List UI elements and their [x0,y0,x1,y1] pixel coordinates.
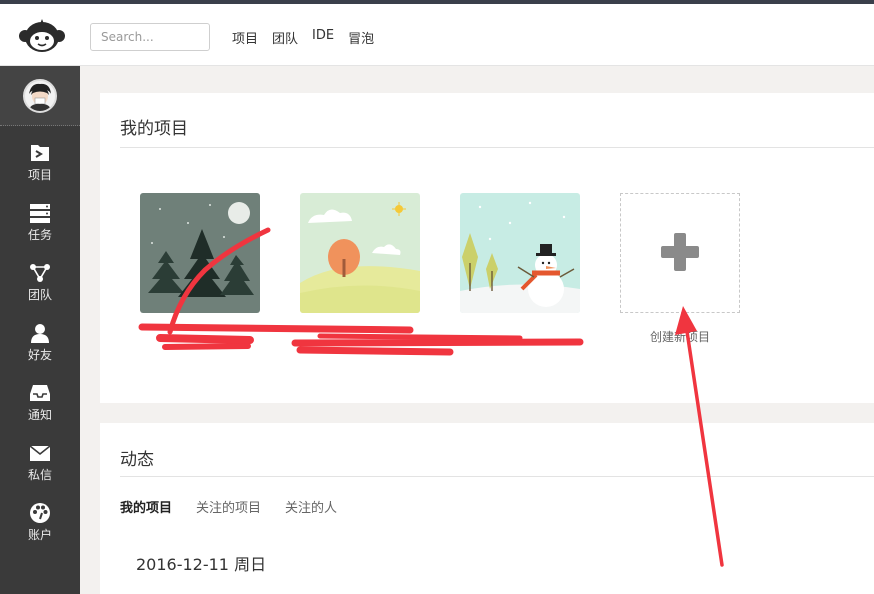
team-icon [29,262,51,284]
divider [120,476,874,477]
sidebar-item-label: 好友 [27,348,52,362]
top-bar: 项目 团队 IDE 冒泡 [0,4,874,66]
activity-date: 2016-12-11 周日 [136,555,267,574]
create-project-button[interactable] [620,193,740,313]
tab-followed-projects[interactable]: 关注的项目 [196,497,261,516]
sidebar-item-friends[interactable]: 好友 [0,316,80,374]
divider [120,147,874,148]
inbox-icon [29,382,51,404]
sidebar-item-team[interactable]: 团队 [0,256,80,314]
activity-tabs: 我的项目 关注的项目 关注的人 [120,497,337,516]
sidebar-item-label: 私信 [27,468,52,482]
topnav-ide-link[interactable]: IDE [312,28,334,47]
avatar[interactable] [23,79,57,113]
project-card-snowman[interactable] [460,193,580,313]
sidebar-item-label: 账户 [27,528,52,542]
search-input[interactable] [90,23,210,51]
top-nav: 项目 团队 IDE 冒泡 [232,28,374,47]
topnav-projects-link[interactable]: 项目 [232,28,258,47]
palette-icon [29,502,51,524]
project-card-winter-forest[interactable] [140,193,260,313]
sidebar: 项目 任务 团队 好友 通知 私信 账户 [0,66,80,594]
tab-my-projects[interactable]: 我的项目 [120,497,172,516]
sidebar-item-label: 项目 [27,168,52,182]
folder-icon [29,142,51,164]
sidebar-avatar-area [0,66,80,126]
topnav-team-link[interactable]: 团队 [272,28,298,47]
sidebar-item-notifications[interactable]: 通知 [0,376,80,434]
sidebar-item-tasks[interactable]: 任务 [0,196,80,254]
tasks-icon [29,202,51,224]
monkey-logo-icon[interactable] [18,16,66,56]
snowman-image [460,193,580,313]
sidebar-item-label: 任务 [27,228,52,242]
my-projects-panel: 我的项目 创建新项目 [100,93,874,403]
project-card-autumn-tree[interactable] [300,193,420,313]
topnav-bubble-link[interactable]: 冒泡 [348,28,374,47]
plus-icon-vertical [674,233,686,271]
user-icon [29,322,51,344]
sidebar-item-label: 通知 [27,408,52,422]
sidebar-item-label: 团队 [27,288,52,302]
sidebar-item-projects[interactable]: 项目 [0,136,80,194]
activity-panel: 动态 我的项目 关注的项目 关注的人 2016-12-11 周日 [100,423,874,594]
create-project-label[interactable]: 创建新项目 [620,328,740,345]
winter-forest-image [140,193,260,313]
tab-followed-people[interactable]: 关注的人 [285,497,337,516]
autumn-tree-image [300,193,420,313]
sidebar-item-account[interactable]: 账户 [0,496,80,554]
activity-title: 动态 [120,450,154,470]
sidebar-item-messages[interactable]: 私信 [0,436,80,494]
my-projects-title: 我的项目 [120,119,188,139]
mail-icon [29,442,51,464]
